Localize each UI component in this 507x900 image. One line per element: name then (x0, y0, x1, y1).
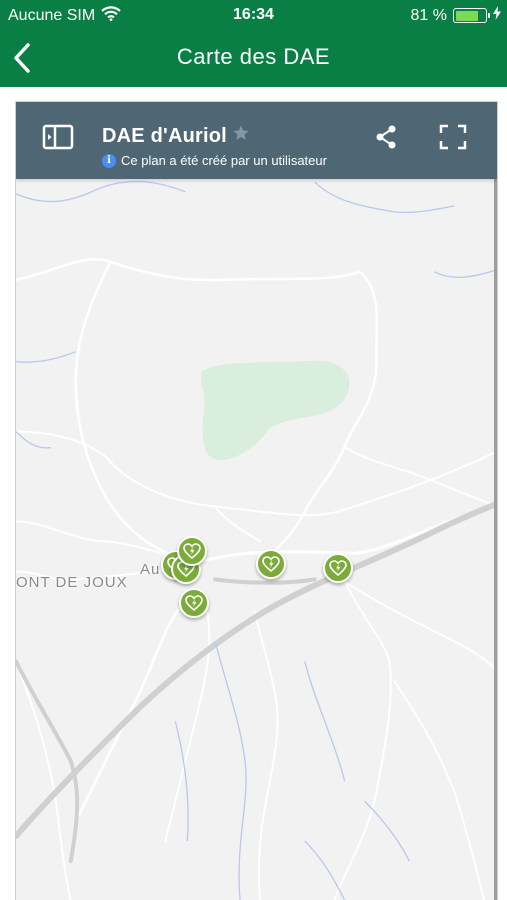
page-title: Carte des DAE (176, 44, 331, 69)
heart-defibrillator-icon (183, 543, 201, 559)
panel-toggle-icon (42, 124, 74, 150)
map-title: DAE d'Auriol (102, 125, 227, 147)
dae-marker[interactable] (177, 536, 207, 566)
map-edge-divider (494, 179, 497, 900)
dae-marker[interactable] (323, 553, 353, 583)
star-icon[interactable] (232, 124, 250, 147)
battery-icon (453, 8, 490, 23)
heart-defibrillator-icon (185, 595, 203, 611)
map-canvas[interactable] (16, 102, 497, 900)
charging-icon (493, 6, 501, 25)
navigation-bar: Carte des DAE (0, 30, 507, 87)
heart-defibrillator-icon (329, 560, 347, 576)
map-header: DAE d'Auriol i Ce plan a été créé par un… (16, 102, 497, 179)
status-right: 81 % (411, 6, 501, 25)
legend-panel-button[interactable] (42, 124, 74, 155)
place-label-auriol: Au (140, 561, 161, 578)
fullscreen-icon (439, 124, 467, 150)
map-subtitle-text: Ce plan a été créé par un utilisateur (121, 153, 327, 168)
share-button[interactable] (374, 124, 398, 155)
place-label-pont-de-joux: ONT DE JOUX (16, 574, 128, 591)
map-subtitle: i Ce plan a été créé par un utilisateur (102, 153, 350, 168)
map-view[interactable]: ONT DE JOUX Au DAE d'Auriol i Ce plan a … (15, 101, 498, 900)
info-icon: i (102, 153, 116, 168)
share-icon (376, 125, 396, 149)
dae-marker[interactable] (179, 588, 209, 618)
dae-marker[interactable] (256, 549, 286, 579)
battery-percent: 81 % (410, 6, 447, 24)
battery-fill (455, 10, 479, 21)
status-bar: Aucune SIM 16:34 81 % (0, 0, 507, 30)
heart-defibrillator-icon (262, 556, 280, 572)
fullscreen-button[interactable] (439, 124, 467, 155)
